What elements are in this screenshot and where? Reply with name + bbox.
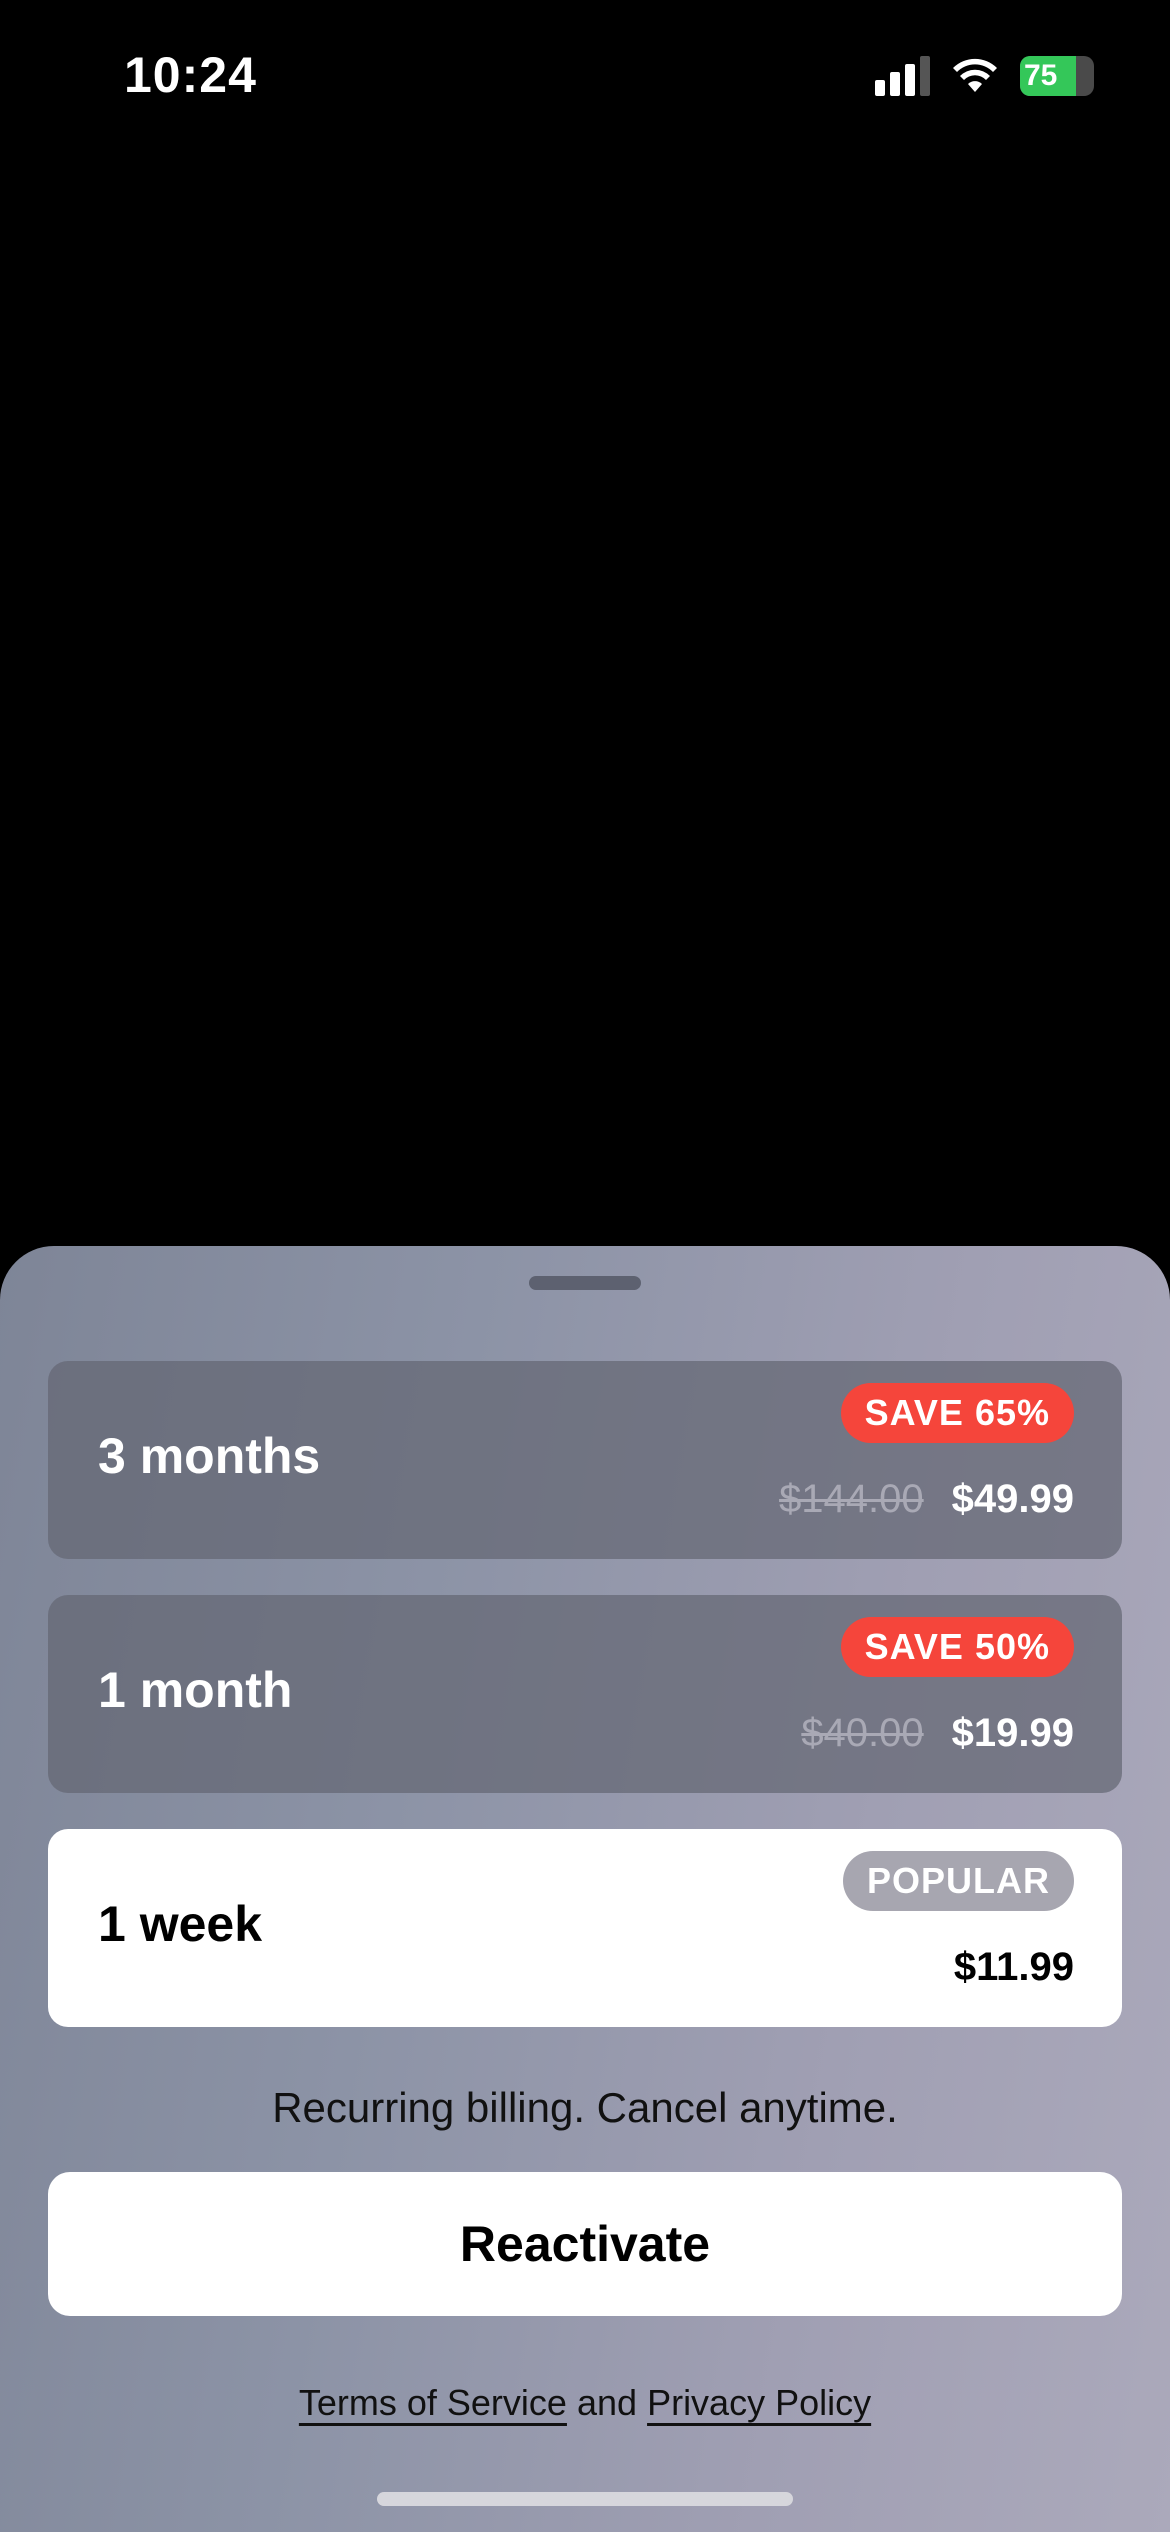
plan-price: $19.99 — [951, 1711, 1074, 1755]
plan-option-1-week[interactable]: 1 week POPULAR $11.99 — [48, 1829, 1122, 2027]
cellular-signal-icon — [875, 56, 930, 96]
home-indicator — [377, 2492, 793, 2506]
screen: 10:24 75 3 months SAVE 65% $144.00 $49.9… — [0, 0, 1170, 2532]
price-row: $11.99 — [954, 1945, 1074, 1990]
billing-note: Recurring billing. Cancel anytime. — [272, 2084, 898, 2131]
legal-and-text: and — [576, 2382, 638, 2423]
battery-charging-icon: 75 — [1020, 56, 1094, 96]
sheet-grabber[interactable] — [529, 1276, 641, 1290]
wifi-icon — [953, 58, 997, 92]
plan-name: 1 week — [98, 1896, 263, 1952]
plan-name: 1 month — [98, 1662, 293, 1718]
price-row: $40.00 $19.99 — [801, 1711, 1074, 1756]
plan-option-3-months[interactable]: 3 months SAVE 65% $144.00 $49.99 — [48, 1361, 1122, 1559]
original-price: $144.00 — [779, 1477, 924, 1521]
subscription-sheet: 3 months SAVE 65% $144.00 $49.99 1 month… — [0, 1246, 1170, 2532]
plan-price: $11.99 — [953, 1945, 1074, 1989]
privacy-policy-link[interactable]: Privacy Policy — [647, 2382, 871, 2423]
battery-level: 75 — [1024, 59, 1058, 92]
status-time: 10:24 — [124, 47, 257, 103]
reactivate-button[interactable]: Reactivate — [48, 2172, 1122, 2316]
popular-badge: POPULAR — [842, 1851, 1074, 1911]
save-badge: SAVE 65% — [840, 1383, 1074, 1443]
plan-price: $49.99 — [951, 1477, 1074, 1521]
terms-of-service-link[interactable]: Terms of Service — [299, 2382, 567, 2423]
legal-links: Terms of Service and Privacy Policy — [0, 2382, 1170, 2424]
status-bar: 10:24 75 — [0, 0, 1170, 150]
original-price: $40.00 — [801, 1711, 924, 1755]
price-row: $144.00 $49.99 — [779, 1477, 1074, 1522]
status-icons: 75 — [875, 56, 1094, 96]
save-badge: SAVE 50% — [840, 1617, 1074, 1677]
plan-name: 3 months — [98, 1428, 321, 1484]
plan-option-1-month[interactable]: 1 month SAVE 50% $40.00 $19.99 — [48, 1595, 1122, 1793]
